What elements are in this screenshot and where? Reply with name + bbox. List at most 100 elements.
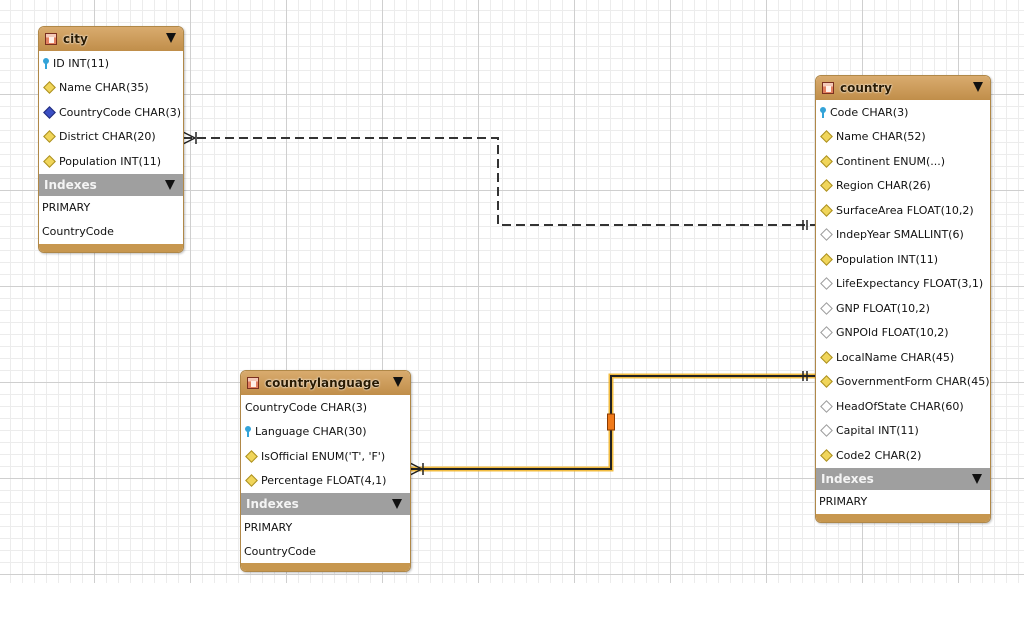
not-null-column-icon	[820, 449, 833, 462]
primary-key-icon	[43, 58, 49, 69]
not-null-column-icon	[820, 155, 833, 168]
index-row[interactable]: PRIMARY	[241, 515, 410, 539]
column-row[interactable]: Region CHAR(26)	[816, 174, 990, 199]
column-row[interactable]: GNP FLOAT(10,2)	[816, 296, 990, 321]
column-label: Population INT(11)	[836, 253, 938, 266]
column-label: Language CHAR(30)	[255, 425, 366, 438]
collapse-arrow-icon[interactable]	[393, 377, 403, 387]
column-label: Capital INT(11)	[836, 424, 919, 437]
table-header[interactable]: city	[39, 27, 183, 51]
table-countrylanguage[interactable]: countrylanguage CountryCode CHAR(3) Lang…	[240, 370, 411, 572]
not-null-column-icon	[245, 474, 258, 487]
table-country[interactable]: country Code CHAR(3) Name CHAR(52) Conti…	[815, 75, 991, 523]
not-null-column-icon	[820, 130, 833, 143]
column-row[interactable]: IsOfficial ENUM('T', 'F')	[241, 444, 410, 469]
indexes-label: Indexes	[821, 472, 874, 486]
not-null-column-icon	[820, 204, 833, 217]
column-row[interactable]: LocalName CHAR(45)	[816, 345, 990, 370]
collapse-arrow-icon[interactable]	[973, 82, 983, 92]
column-label: Name CHAR(52)	[836, 130, 926, 143]
collapse-arrow-icon[interactable]	[392, 499, 402, 509]
column-label: LifeExpectancy FLOAT(3,1)	[836, 277, 983, 290]
nullable-column-icon	[820, 302, 833, 315]
column-row[interactable]: Population INT(11)	[816, 247, 990, 272]
column-row[interactable]: Code CHAR(3)	[816, 100, 990, 125]
not-null-column-icon	[820, 179, 833, 192]
index-row[interactable]: PRIMARY	[39, 196, 183, 220]
not-null-column-icon	[43, 130, 56, 143]
index-row[interactable]: CountryCode	[241, 539, 410, 563]
index-row[interactable]: CountryCode	[39, 220, 183, 244]
collapse-arrow-icon[interactable]	[166, 33, 176, 43]
nullable-column-icon	[820, 424, 833, 437]
table-footer	[816, 514, 990, 522]
column-row[interactable]: GovernmentForm CHAR(45)	[816, 370, 990, 395]
column-row[interactable]: Name CHAR(52)	[816, 125, 990, 150]
column-row[interactable]: Code2 CHAR(2)	[816, 443, 990, 468]
column-row[interactable]: IndepYear SMALLINT(6)	[816, 223, 990, 248]
column-row[interactable]: Percentage FLOAT(4,1)	[241, 469, 410, 494]
nullable-column-icon	[820, 277, 833, 290]
table-header[interactable]: countrylanguage	[241, 371, 410, 395]
table-title: city	[63, 32, 88, 46]
column-label: Population INT(11)	[59, 155, 161, 168]
column-row[interactable]: CountryCode CHAR(3)	[39, 100, 183, 125]
collapse-arrow-icon[interactable]	[972, 474, 982, 484]
column-row[interactable]: District CHAR(20)	[39, 125, 183, 150]
column-row[interactable]: ID INT(11)	[39, 51, 183, 76]
column-row[interactable]: Population INT(11)	[39, 149, 183, 174]
indexes-header[interactable]: Indexes	[241, 493, 410, 515]
collapse-arrow-icon[interactable]	[165, 180, 175, 190]
primary-key-icon	[820, 107, 826, 118]
index-row[interactable]: PRIMARY	[816, 490, 990, 514]
not-null-column-icon	[43, 155, 56, 168]
indexes-header[interactable]: Indexes	[816, 468, 990, 490]
column-label: Region CHAR(26)	[836, 179, 931, 192]
column-row[interactable]: CountryCode CHAR(3)	[241, 395, 410, 420]
indexes-header[interactable]: Indexes	[39, 174, 183, 196]
indexes-label: Indexes	[246, 497, 299, 511]
indexes-label: Indexes	[44, 178, 97, 192]
table-footer	[241, 563, 410, 571]
not-null-column-icon	[820, 253, 833, 266]
column-row[interactable]: HeadOfState CHAR(60)	[816, 394, 990, 419]
relationship-handle[interactable]	[608, 414, 615, 430]
column-row[interactable]: LifeExpectancy FLOAT(3,1)	[816, 272, 990, 297]
column-label: GNP FLOAT(10,2)	[836, 302, 930, 315]
table-icon	[45, 33, 57, 45]
column-label: IsOfficial ENUM('T', 'F')	[261, 450, 385, 463]
column-label: CountryCode CHAR(3)	[59, 106, 181, 119]
table-city[interactable]: city ID INT(11) Name CHAR(35) CountryCod…	[38, 26, 184, 253]
index-label: CountryCode	[42, 225, 114, 238]
index-label: CountryCode	[244, 545, 316, 558]
primary-key-icon	[245, 426, 251, 437]
nullable-column-icon	[820, 228, 833, 241]
table-title: countrylanguage	[265, 376, 380, 390]
table-header[interactable]: country	[816, 76, 990, 100]
column-label: GovernmentForm CHAR(45)	[836, 375, 990, 388]
table-icon	[247, 377, 259, 389]
index-label: PRIMARY	[819, 495, 867, 508]
table-title: country	[840, 81, 892, 95]
column-label: LocalName CHAR(45)	[836, 351, 954, 364]
column-label: Continent ENUM(...)	[836, 155, 945, 168]
column-row[interactable]: Capital INT(11)	[816, 419, 990, 444]
index-label: PRIMARY	[244, 521, 292, 534]
table-footer	[39, 244, 183, 252]
column-label: ID INT(11)	[53, 57, 109, 70]
column-row[interactable]: GNPOld FLOAT(10,2)	[816, 321, 990, 346]
table-icon	[822, 82, 834, 94]
column-label: Code2 CHAR(2)	[836, 449, 921, 462]
column-label: Name CHAR(35)	[59, 81, 149, 94]
column-row[interactable]: SurfaceArea FLOAT(10,2)	[816, 198, 990, 223]
relationship-city-country[interactable]	[183, 138, 815, 225]
column-label: IndepYear SMALLINT(6)	[836, 228, 964, 241]
nullable-column-icon	[820, 326, 833, 339]
column-label: Percentage FLOAT(4,1)	[261, 474, 386, 487]
not-null-column-icon	[820, 375, 833, 388]
column-row[interactable]: Name CHAR(35)	[39, 76, 183, 101]
column-label: CountryCode CHAR(3)	[245, 401, 367, 414]
column-row[interactable]: Continent ENUM(...)	[816, 149, 990, 174]
not-null-column-icon	[245, 450, 258, 463]
column-row[interactable]: Language CHAR(30)	[241, 420, 410, 445]
